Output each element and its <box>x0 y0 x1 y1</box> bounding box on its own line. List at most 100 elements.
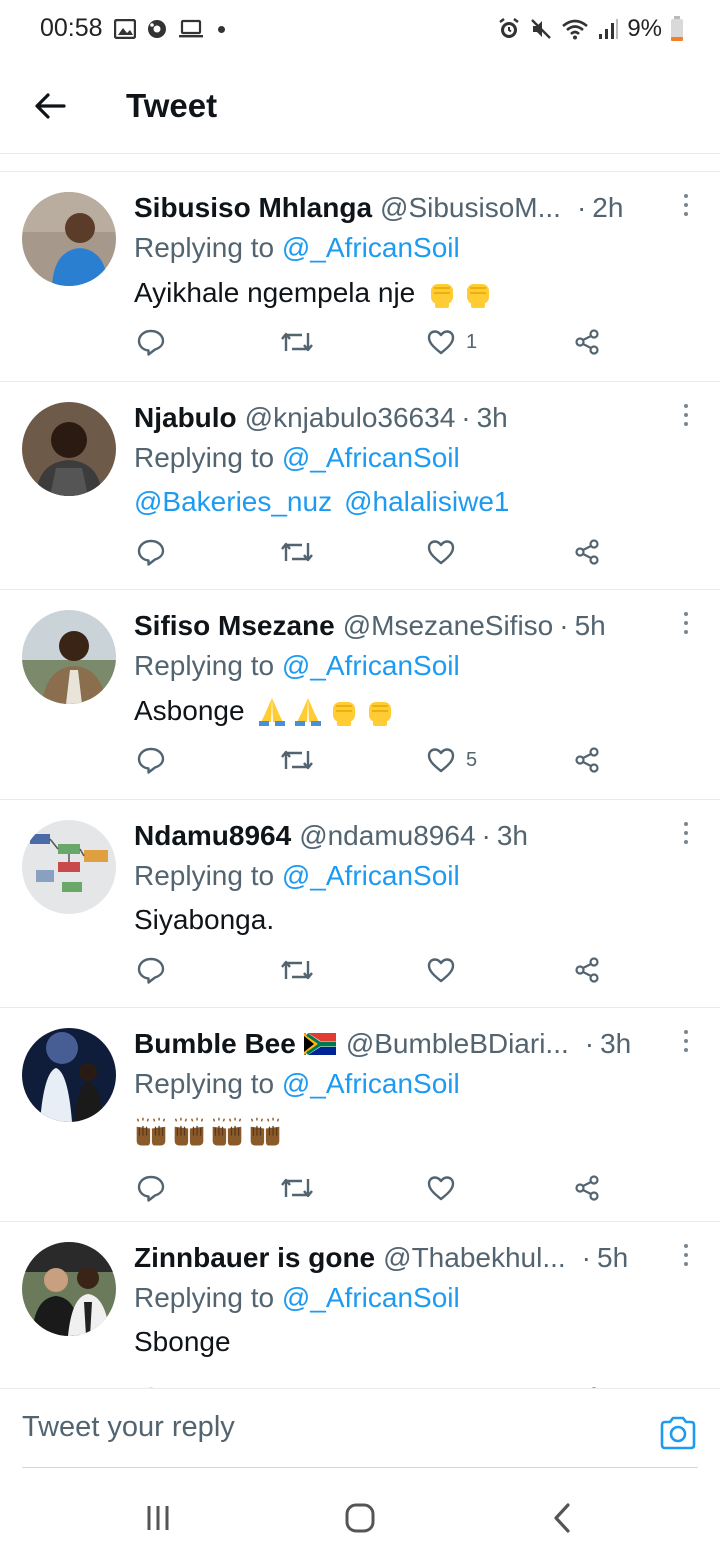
timestamp[interactable]: 5h <box>575 610 606 642</box>
tweet-text <box>134 1116 282 1150</box>
more-options-icon[interactable] <box>676 400 696 430</box>
avatar[interactable] <box>22 1028 116 1122</box>
like-button[interactable] <box>426 1168 456 1208</box>
like-button[interactable] <box>426 950 456 990</box>
replying-to: Replying to @_AfricanSoil <box>134 232 460 264</box>
author-handle[interactable]: @SibusisoM... <box>380 192 561 224</box>
reply-button[interactable] <box>136 532 166 572</box>
share-button[interactable] <box>572 950 602 990</box>
reply-button[interactable] <box>136 950 166 990</box>
heart-icon <box>427 330 455 355</box>
separator: · <box>559 610 569 641</box>
top-app-bar: Tweet <box>0 60 720 154</box>
page-title: Tweet <box>126 87 218 124</box>
share-button[interactable] <box>572 1380 602 1388</box>
author-name[interactable]: Sifiso Msezane <box>134 610 335 642</box>
replying-to: Replying to @_AfricanSoil <box>134 1282 460 1314</box>
replying-label: Replying to <box>134 1282 275 1313</box>
avatar[interactable] <box>22 610 116 704</box>
share-button[interactable] <box>572 532 602 572</box>
home-button[interactable] <box>340 1498 380 1538</box>
tweet-reply[interactable]: Zinnbauer is gone @Thabekhul... · 5h Rep… <box>0 1222 720 1388</box>
raising-hands-emoji-icon <box>174 1117 204 1146</box>
camera-button[interactable] <box>658 1413 698 1453</box>
reply-button[interactable] <box>136 740 166 780</box>
timestamp[interactable]: 5h <box>597 1242 628 1274</box>
mention-link[interactable]: @Bakeries_nuz <box>134 486 332 518</box>
tweet-reply[interactable]: Sifiso Msezane @MsezaneSifiso · 5h Reply… <box>0 590 720 800</box>
tweet-header: Bumble Bee @BumbleBDiari... · 3h <box>134 1024 654 1064</box>
back-button[interactable] <box>28 84 72 128</box>
share-icon <box>575 329 599 355</box>
author-handle[interactable]: @knjabulo36634 <box>245 402 456 434</box>
tweet-reply[interactable]: Bumble Bee @BumbleBDiari... · 3h Replyin… <box>0 1008 720 1222</box>
retweet-button[interactable] <box>280 322 314 362</box>
tweet-reply[interactable]: Ndamu8964 @ndamu8964 · 3h Replying to @_… <box>0 800 720 1008</box>
author-handle[interactable]: @Thabekhul... <box>383 1242 566 1274</box>
system-back-button[interactable] <box>542 1498 582 1538</box>
home-icon <box>345 1503 375 1533</box>
reply-input[interactable]: Tweet your reply <box>22 1411 235 1444</box>
timestamp[interactable]: 3h <box>477 402 508 434</box>
replying-label: Replying to <box>134 442 275 473</box>
replying-mention-link[interactable]: @_AfricanSoil <box>282 650 460 681</box>
reply-button[interactable] <box>136 1168 166 1208</box>
retweet-button[interactable] <box>280 532 314 572</box>
like-button[interactable]: 1 <box>426 322 477 362</box>
more-options-icon[interactable] <box>676 1026 696 1056</box>
chevron-left-icon <box>554 1503 570 1533</box>
timestamp[interactable]: 3h <box>497 820 528 852</box>
author-handle[interactable]: @BumbleBDiari... <box>346 1028 569 1060</box>
more-options-icon[interactable] <box>676 608 696 638</box>
raised-fist-emoji-icon <box>368 702 391 726</box>
tweet-text: @Bakeries_nuz @halalisiwe1 <box>134 486 509 518</box>
replying-mention-link[interactable]: @_AfricanSoil <box>282 1282 460 1313</box>
timestamp[interactable]: 3h <box>600 1028 631 1060</box>
status-left-icons <box>114 16 225 42</box>
retweet-button[interactable] <box>280 1168 314 1208</box>
more-options-icon[interactable] <box>676 1240 696 1270</box>
avatar[interactable] <box>22 820 116 914</box>
author-name[interactable]: Sibusiso Mhlanga <box>134 192 372 224</box>
retweet-icon <box>281 332 313 352</box>
like-button[interactable] <box>426 532 456 572</box>
author-name[interactable]: Ndamu8964 <box>134 820 291 852</box>
timestamp[interactable]: 2h <box>592 192 623 224</box>
reply-icon <box>137 957 165 984</box>
author-handle[interactable]: @MsezaneSifiso <box>343 610 554 642</box>
avatar[interactable] <box>22 1242 116 1336</box>
folded-hands-emoji-icon <box>258 698 285 726</box>
replying-mention-link[interactable]: @_AfricanSoil <box>282 232 460 263</box>
share-icon <box>575 539 599 565</box>
tweet-actions: 1 <box>0 322 720 362</box>
retweet-button[interactable] <box>280 950 314 990</box>
avatar[interactable] <box>22 192 116 286</box>
tweet-reply[interactable]: Sibusiso Mhlanga @SibusisoM... · 2h Repl… <box>0 172 720 382</box>
author-name[interactable]: Njabulo <box>134 402 237 434</box>
share-button[interactable] <box>572 740 602 780</box>
mention-link[interactable]: @halalisiwe1 <box>344 486 509 518</box>
like-button[interactable] <box>426 1380 456 1388</box>
reply-button[interactable] <box>136 322 166 362</box>
more-options-icon[interactable] <box>676 190 696 220</box>
replying-mention-link[interactable]: @_AfricanSoil <box>282 860 460 891</box>
reply-button[interactable] <box>136 1380 166 1388</box>
like-count: 1 <box>466 330 478 353</box>
share-button[interactable] <box>572 322 602 362</box>
author-name[interactable]: Bumble Bee <box>134 1028 296 1060</box>
author-handle[interactable]: @ndamu8964 <box>299 820 475 852</box>
author-name[interactable]: Zinnbauer is gone <box>134 1242 375 1274</box>
share-button[interactable] <box>572 1168 602 1208</box>
replying-mention-link[interactable]: @_AfricanSoil <box>282 1068 460 1099</box>
like-button[interactable]: 5 <box>426 740 477 780</box>
replying-label: Replying to <box>134 232 275 263</box>
south-africa-flag-icon <box>303 1033 336 1055</box>
more-options-icon[interactable] <box>676 818 696 848</box>
replying-mention-link[interactable]: @_AfricanSoil <box>282 442 460 473</box>
recent-apps-button[interactable] <box>138 1498 178 1538</box>
retweet-button[interactable] <box>280 1380 314 1388</box>
tweet-reply[interactable]: Njabulo @knjabulo36634 · 3h Replying to … <box>0 382 720 590</box>
retweet-icon <box>281 750 313 770</box>
avatar[interactable] <box>22 402 116 496</box>
retweet-button[interactable] <box>280 740 314 780</box>
